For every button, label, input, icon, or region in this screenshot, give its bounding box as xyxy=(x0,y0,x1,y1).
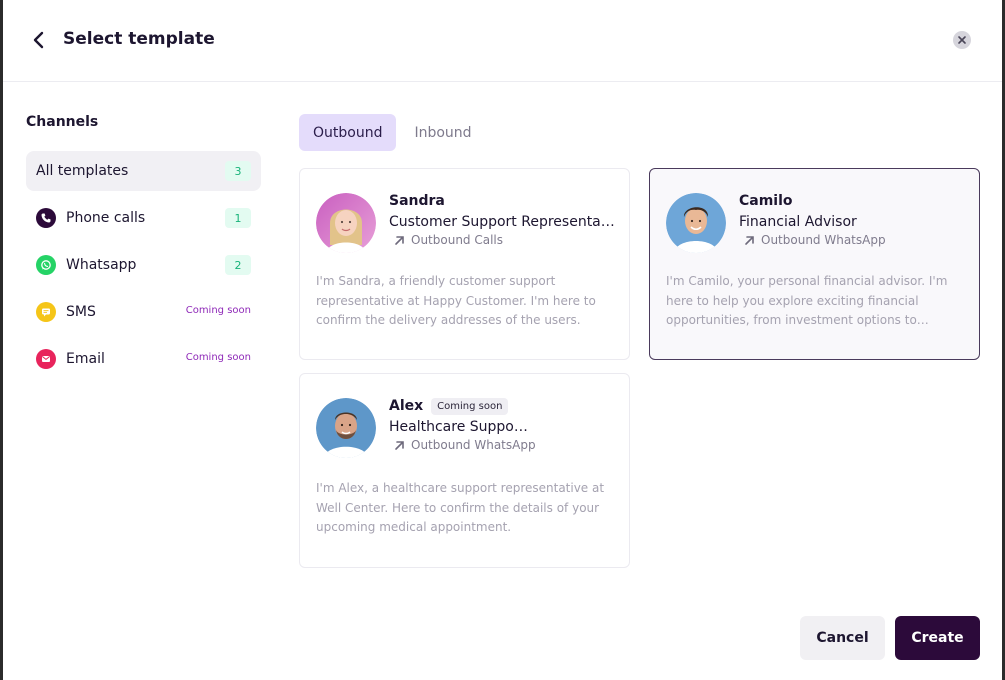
agent-description: I'm Alex, a healthcare support represent… xyxy=(316,481,605,534)
select-template-modal: Select template Channels All templates 3… xyxy=(3,0,1002,680)
whatsapp-icon xyxy=(36,255,56,275)
agent-channel: Outbound Calls xyxy=(411,233,504,247)
agent-role: Customer Support Representative xyxy=(389,214,617,230)
sidebar-item-sms[interactable]: SMS Coming soon xyxy=(26,292,261,332)
count-badge: 1 xyxy=(225,208,251,228)
coming-soon-label: Coming soon xyxy=(185,305,251,316)
sidebar-item-label: All templates xyxy=(36,163,129,179)
agent-role: Financial Advisor xyxy=(739,214,857,230)
count-badge: 2 xyxy=(225,255,251,275)
channels-sidebar: Channels All templates 3 Phone calls 1 W… xyxy=(26,112,261,386)
tab-inbound[interactable]: Inbound xyxy=(400,114,485,151)
agent-channel: Outbound WhatsApp xyxy=(761,233,886,247)
agent-name: Camilo xyxy=(739,193,793,209)
template-card-alex[interactable]: Alex Coming soon Healthcare Support Repr… xyxy=(299,373,630,568)
sidebar-item-label: Email xyxy=(66,351,105,367)
sidebar-item-phone-calls[interactable]: Phone calls 1 xyxy=(26,198,261,238)
sidebar-item-whatsapp[interactable]: Whatsapp 2 xyxy=(26,245,261,285)
avatar xyxy=(666,193,726,253)
direction-tabs: Outbound Inbound xyxy=(299,114,486,151)
avatar xyxy=(316,193,376,253)
create-button[interactable]: Create xyxy=(895,616,980,660)
count-badge: 3 xyxy=(225,161,251,181)
arrow-up-right-icon xyxy=(393,234,405,246)
sidebar-item-label: SMS xyxy=(66,304,96,320)
close-icon xyxy=(958,36,966,44)
email-icon xyxy=(36,349,56,369)
tab-outbound[interactable]: Outbound xyxy=(299,114,397,151)
agent-role: Healthcare Support Representative xyxy=(389,419,529,435)
sms-icon xyxy=(36,302,56,322)
avatar xyxy=(316,398,376,458)
sidebar-item-label: Phone calls xyxy=(66,210,146,226)
arrow-up-right-icon xyxy=(393,439,405,451)
chevron-left-icon xyxy=(33,31,44,49)
coming-soon-label: Coming soon xyxy=(185,352,251,363)
sidebar-heading: Channels xyxy=(26,114,99,130)
sidebar-item-all-templates[interactable]: All templates 3 xyxy=(26,151,261,191)
coming-soon-badge: Coming soon xyxy=(431,397,509,415)
cancel-button[interactable]: Cancel xyxy=(800,616,885,660)
arrow-up-right-icon xyxy=(743,234,755,246)
agent-description: I'm Camilo, your personal financial advi… xyxy=(666,274,948,327)
sidebar-item-label: Whatsapp xyxy=(66,257,137,273)
agent-name: Sandra xyxy=(389,193,445,209)
back-button[interactable] xyxy=(27,28,51,52)
agent-description: I'm Sandra, a friendly customer support … xyxy=(316,274,596,327)
sidebar-item-email[interactable]: Email Coming soon xyxy=(26,339,261,379)
modal-header: Select template xyxy=(3,0,1002,82)
agent-channel: Outbound WhatsApp xyxy=(411,438,536,452)
close-button[interactable] xyxy=(953,31,971,49)
phone-icon xyxy=(36,208,56,228)
template-card-camilo[interactable]: Camilo Financial Advisor Outbound WhatsA… xyxy=(649,168,980,360)
agent-name: Alex xyxy=(389,398,424,414)
modal-title: Select template xyxy=(63,29,215,49)
template-card-sandra[interactable]: Sandra Customer Support Representative O… xyxy=(299,168,630,360)
